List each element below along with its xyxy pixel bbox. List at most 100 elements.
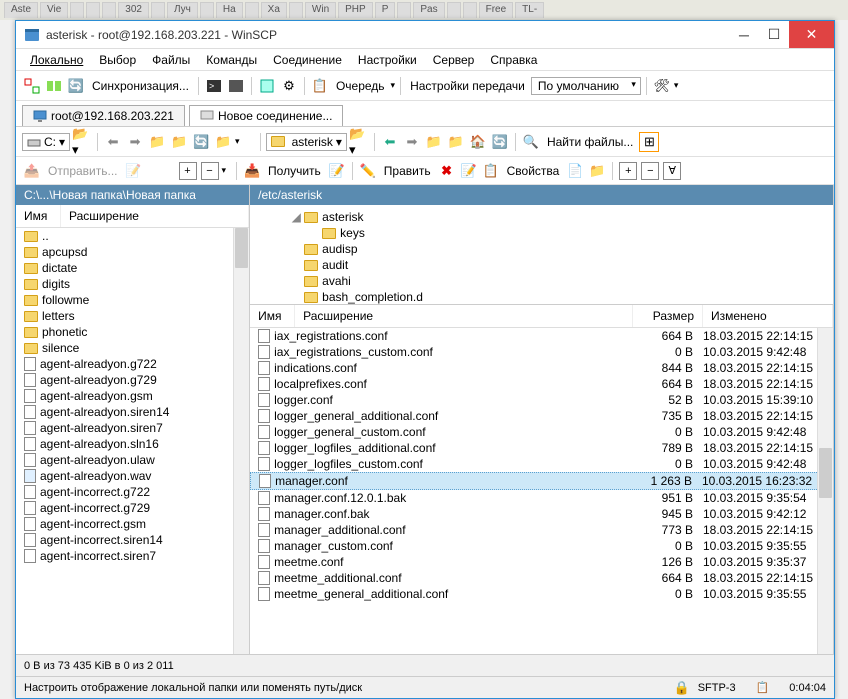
remote-tree[interactable]: ◢ asterisk keys audisp audit avahi bash_…	[250, 205, 833, 305]
local-up-icon[interactable]: 📁	[147, 132, 167, 152]
list-item[interactable]: agent-alreadyon.gsm	[16, 388, 249, 404]
list-item[interactable]: agent-alreadyon.siren14	[16, 404, 249, 420]
tree-item[interactable]: ◢ asterisk	[250, 209, 833, 225]
remote-up-icon[interactable]: 📁	[424, 132, 444, 152]
local-drive-selector[interactable]: C: ▾	[22, 133, 70, 151]
local-col-ext[interactable]: Расширение	[61, 205, 249, 227]
tree-item[interactable]: bash_completion.d	[250, 289, 833, 305]
local-scrollbar[interactable]	[233, 228, 249, 654]
close-button[interactable]: ✕	[789, 21, 834, 48]
remote-refresh-icon[interactable]: 🔄	[490, 132, 510, 152]
transfer-mode-dropdown[interactable]: По умолчанию	[531, 77, 641, 95]
delete-icon[interactable]: ✖	[437, 161, 457, 181]
list-item[interactable]: agent-incorrect.g722	[16, 484, 249, 500]
newfile-icon[interactable]: 📄	[565, 161, 585, 181]
list-item[interactable]: manager_custom.conf0 B10.03.2015 9:35:55	[250, 538, 833, 554]
list-item[interactable]: followme	[16, 292, 249, 308]
properties-icon[interactable]: 📋	[481, 161, 501, 181]
list-item[interactable]: agent-alreadyon.wav	[16, 468, 249, 484]
list-item[interactable]: meetme_additional.conf664 B18.03.2015 22…	[250, 570, 833, 586]
list-item[interactable]: manager_additional.conf773 B18.03.2015 2…	[250, 522, 833, 538]
remote-minus-button[interactable]: −	[641, 162, 659, 180]
local-col-name[interactable]: Имя	[16, 205, 61, 227]
newfolder-icon[interactable]: 📁	[587, 161, 607, 181]
minimize-button[interactable]: ─	[729, 21, 759, 48]
send-label[interactable]: Отправить...	[44, 162, 122, 180]
maximize-button[interactable]: ☐	[759, 21, 789, 48]
list-item[interactable]: agent-alreadyon.siren7	[16, 420, 249, 436]
find-files-icon[interactable]: 🔍	[521, 132, 541, 152]
console-icon[interactable]: >	[204, 76, 224, 96]
tree-toggle-icon[interactable]: ⊞	[639, 132, 659, 152]
preferences-icon[interactable]: 🛠	[652, 76, 672, 96]
list-item[interactable]: apcupsd	[16, 244, 249, 260]
session-tab-active[interactable]: root@192.168.203.221	[22, 105, 185, 126]
menu-files[interactable]: Файлы	[144, 51, 198, 69]
list-item[interactable]: logger_logfiles_custom.conf0 B10.03.2015…	[250, 456, 833, 472]
queue-toggle-icon[interactable]: 📋	[310, 76, 330, 96]
props-label[interactable]: Свойства	[503, 162, 564, 180]
list-item[interactable]: manager.conf.bak945 B10.03.2015 9:42:12	[250, 506, 833, 522]
remote-path-bar[interactable]: /etc/asterisk	[250, 185, 833, 205]
remote-root-icon[interactable]: 📁	[446, 132, 466, 152]
list-item[interactable]: agent-incorrect.gsm	[16, 516, 249, 532]
putty-icon[interactable]	[226, 76, 246, 96]
find-files-label[interactable]: Найти файлы...	[543, 133, 637, 151]
local-back-icon[interactable]: ⬅	[103, 132, 123, 152]
remote-file-list[interactable]: iax_registrations.conf664 B18.03.2015 22…	[250, 328, 833, 654]
list-item[interactable]: dictate	[16, 260, 249, 276]
menu-connection[interactable]: Соединение	[265, 51, 350, 69]
compare-icon[interactable]	[44, 76, 64, 96]
remote-scrollbar[interactable]	[817, 328, 833, 654]
remote-filter-button[interactable]: ∀	[663, 162, 681, 180]
remote-column-header[interactable]: Имя Расширение Размер Изменено	[250, 305, 833, 328]
menu-settings[interactable]: Настройки	[350, 51, 425, 69]
queue-label[interactable]: Очередь	[332, 77, 389, 95]
menu-server[interactable]: Сервер	[425, 51, 483, 69]
list-item[interactable]: agent-alreadyon.ulaw	[16, 452, 249, 468]
list-item[interactable]: phonetic	[16, 324, 249, 340]
keepup-icon[interactable]: ⚙	[279, 76, 299, 96]
remote-col-mod[interactable]: Изменено	[703, 305, 833, 327]
remote-plus-button[interactable]: +	[619, 162, 637, 180]
remote-home-icon[interactable]: 🏠	[468, 132, 488, 152]
local-edit-icon[interactable]: 📝	[124, 161, 144, 181]
log-icon[interactable]: 📋	[756, 681, 770, 694]
sync-browse-icon[interactable]	[22, 76, 42, 96]
list-item[interactable]: iax_registrations.conf664 B18.03.2015 22…	[250, 328, 833, 344]
menu-select[interactable]: Выбор	[91, 51, 144, 69]
remote-folder-selector[interactable]: asterisk ▾	[266, 133, 347, 151]
local-refresh-icon[interactable]: 🔄	[191, 132, 211, 152]
tree-item[interactable]: audit	[250, 257, 833, 273]
local-column-header[interactable]: Имя Расширение	[16, 205, 249, 228]
list-item[interactable]: logger_logfiles_additional.conf789 B18.0…	[250, 440, 833, 456]
edit-label[interactable]: Править	[380, 162, 435, 180]
list-item[interactable]: silence	[16, 340, 249, 356]
list-item[interactable]: localprefixes.conf664 B18.03.2015 22:14:…	[250, 376, 833, 392]
list-item[interactable]: letters	[16, 308, 249, 324]
menu-commands[interactable]: Команды	[198, 51, 265, 69]
list-item[interactable]: meetme_general_additional.conf0 B10.03.2…	[250, 586, 833, 602]
local-path-bar[interactable]: C:\...\Новая папка\Новая папка	[16, 185, 249, 205]
tree-item[interactable]: audisp	[250, 241, 833, 257]
list-item[interactable]: logger_general_additional.conf735 B18.03…	[250, 408, 833, 424]
list-item[interactable]: agent-incorrect.g729	[16, 500, 249, 516]
list-item[interactable]: iax_registrations_custom.conf0 B10.03.20…	[250, 344, 833, 360]
list-item[interactable]: meetme.conf126 B10.03.2015 9:35:37	[250, 554, 833, 570]
local-bookmark-icon[interactable]: 📁	[213, 132, 233, 152]
remote-fwd-icon[interactable]: ➡	[402, 132, 422, 152]
download-config-icon[interactable]: 📝	[327, 161, 347, 181]
local-open-folder-icon[interactable]: 📂▾	[72, 132, 92, 152]
list-item[interactable]: ..	[16, 228, 249, 244]
upload-icon[interactable]: 📤	[22, 161, 42, 181]
list-item[interactable]: logger.conf52 B10.03.2015 15:39:10	[250, 392, 833, 408]
list-item[interactable]: agent-alreadyon.g729	[16, 372, 249, 388]
list-item[interactable]: manager.conf.12.0.1.bak951 B10.03.2015 9…	[250, 490, 833, 506]
get-label[interactable]: Получить	[264, 162, 325, 180]
rename-icon[interactable]: 📝	[459, 161, 479, 181]
list-item[interactable]: indications.conf844 B18.03.2015 22:14:15	[250, 360, 833, 376]
tree-item[interactable]: avahi	[250, 273, 833, 289]
sync-icon[interactable]: 🔄	[66, 76, 86, 96]
remote-back-icon[interactable]: ⬅	[380, 132, 400, 152]
local-plus-button[interactable]: +	[179, 162, 197, 180]
